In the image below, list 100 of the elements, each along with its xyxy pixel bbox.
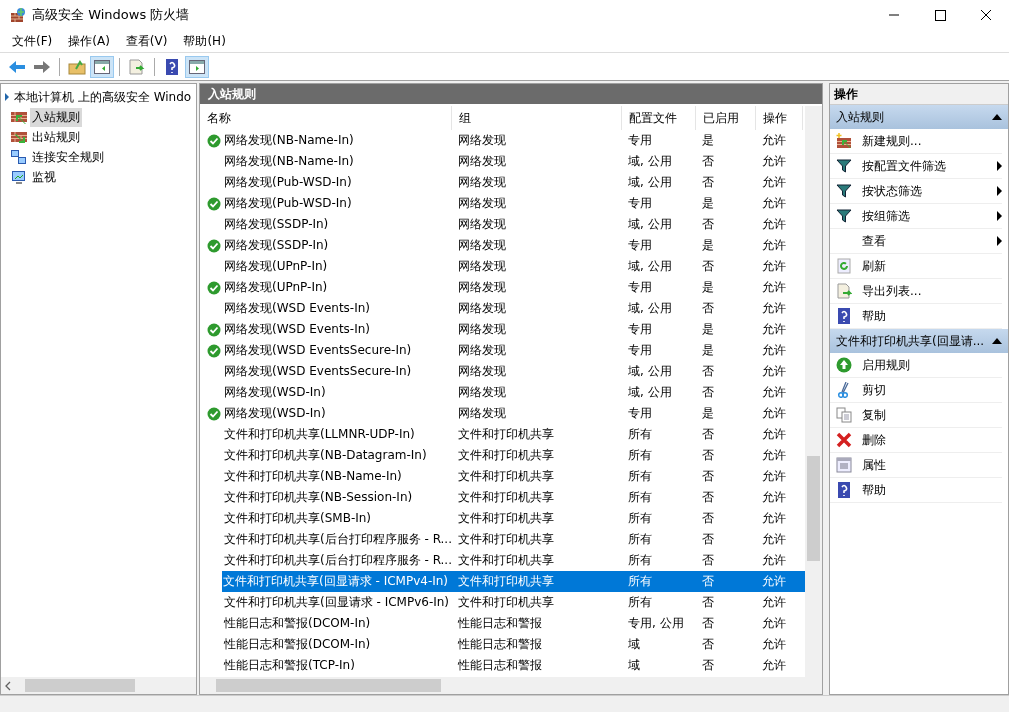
action-item[interactable]: 刷新: [862, 257, 886, 275]
rule-name[interactable]: 文件和打印机共享(NB-Session-In): [223, 489, 414, 506]
action-item[interactable]: 删除: [862, 431, 886, 449]
table-cell-text: 否: [701, 300, 715, 317]
rule-name[interactable]: 网络发现(WSD Events-In): [223, 321, 371, 338]
table-cell-text: 允许: [761, 132, 787, 149]
table-cell-text: 性能日志和警报: [457, 657, 543, 674]
table-cell-text: 所有: [627, 468, 653, 485]
rule-name[interactable]: 文件和打印机共享(回显请求 - ICMPv6-In): [223, 594, 451, 611]
rule-name[interactable]: 文件和打印机共享(后台打印程序服务 - R...: [223, 552, 453, 569]
table-cell-text: 网络发现: [457, 363, 507, 380]
action-pane-toggle-icon[interactable]: [186, 56, 208, 77]
action-item[interactable]: 复制: [862, 406, 886, 424]
table-cell-text: 网络发现: [457, 342, 507, 359]
table-cell-text: 所有: [627, 489, 653, 506]
scroll-left-icon[interactable]: [5, 680, 11, 691]
rule-name[interactable]: 网络发现(WSD EventsSecure-In): [223, 342, 413, 359]
table-cell-text: 所有: [627, 426, 653, 443]
action-item[interactable]: 新建规则...: [862, 132, 922, 150]
expand-arrow-icon[interactable]: [4, 92, 10, 102]
rule-name[interactable]: 网络发现(Pub-WSD-In): [223, 174, 353, 191]
rule-name[interactable]: 网络发现(WSD-In): [223, 384, 327, 401]
action-item[interactable]: 按组筛选: [862, 207, 910, 225]
tree-item[interactable]: 出站规则: [30, 127, 82, 147]
rule-name[interactable]: 网络发现(WSD EventsSecure-In): [223, 363, 413, 380]
table-cell-text: 允许: [761, 489, 787, 506]
filter-icon: [836, 183, 852, 199]
table-cell-text: 所有: [627, 531, 653, 548]
tree-item[interactable]: 本地计算机 上的高级安全 Windo: [12, 87, 194, 107]
table-cell-text: 允许: [761, 279, 787, 296]
rule-name[interactable]: 性能日志和警报(DCOM-In): [223, 615, 372, 632]
rule-name[interactable]: 网络发现(SSDP-In): [223, 216, 330, 233]
table-cell-text: 否: [701, 468, 715, 485]
table-cell-text: 网络发现: [457, 174, 507, 191]
menu-item[interactable]: 操作(A): [60, 32, 118, 50]
tree-item[interactable]: 监视: [30, 167, 58, 187]
column-header[interactable]: 已启用: [696, 106, 756, 130]
rule-name[interactable]: 网络发现(NB-Name-In): [223, 132, 355, 149]
rule-name[interactable]: 文件和打印机共享(SMB-In): [223, 510, 373, 527]
action-item[interactable]: 按配置文件筛选: [862, 157, 946, 175]
action-item[interactable]: 剪切: [862, 381, 886, 399]
rule-name[interactable]: 网络发现(WSD-In): [223, 405, 327, 422]
vertical-scrollbar[interactable]: [805, 106, 822, 677]
column-header[interactable]: 配置文件: [622, 106, 696, 130]
table-cell-text: 性能日志和警报: [457, 636, 543, 653]
firewall-icon: [10, 7, 26, 23]
table-cell-text: 否: [701, 447, 715, 464]
table-cell-text: 否: [701, 426, 715, 443]
rule-name[interactable]: 网络发现(UPnP-In): [223, 258, 329, 275]
copy-icon: [836, 407, 852, 423]
rule-name[interactable]: 网络发现(NB-Name-In): [223, 153, 355, 170]
action-item[interactable]: 按状态筛选: [862, 182, 922, 200]
rule-name[interactable]: 文件和打印机共享(NB-Datagram-In): [223, 447, 428, 464]
rule-name[interactable]: 性能日志和警报(DCOM-In): [223, 636, 372, 653]
table-cell-text: 允许: [761, 216, 787, 233]
section-header[interactable]: 入站规则: [830, 105, 1008, 129]
rule-name[interactable]: 网络发现(Pub-WSD-In): [223, 195, 353, 212]
table-cell-text: 所有: [627, 447, 653, 464]
rule-name[interactable]: 性能日志和警报(TCP-In): [223, 657, 356, 674]
section-header[interactable]: 文件和打印机共享(回显请...: [830, 329, 1008, 353]
table-cell-text: 所有: [627, 594, 653, 611]
column-header[interactable]: 组: [452, 106, 622, 130]
table-cell-text: 允许: [761, 447, 787, 464]
table-cell-text: 允许: [761, 594, 787, 611]
table-cell-text: 允许: [761, 363, 787, 380]
rule-name[interactable]: 文件和打印机共享(LLMNR-UDP-In): [223, 426, 416, 443]
rule-name[interactable]: 文件和打印机共享(回显请求 - ICMPv4-In): [222, 573, 450, 590]
pane-toggle-icon[interactable]: [91, 56, 113, 77]
rule-name[interactable]: 网络发现(WSD Events-In): [223, 300, 371, 317]
table-cell-text: 专用: [627, 342, 653, 359]
horizontal-scrollbar[interactable]: [1, 677, 196, 694]
rule-name[interactable]: 文件和打印机共享(后台打印程序服务 - R...: [223, 531, 453, 548]
column-header[interactable]: 操作: [756, 106, 803, 130]
filter-icon: [836, 208, 852, 224]
rule-name[interactable]: 文件和打印机共享(NB-Name-In): [223, 468, 403, 485]
table-cell-text: 允许: [761, 510, 787, 527]
action-item[interactable]: 查看: [862, 232, 886, 250]
table-cell-text: 允许: [761, 258, 787, 275]
rule-name[interactable]: 网络发现(UPnP-In): [223, 279, 329, 296]
table-cell-text: 网络发现: [457, 405, 507, 422]
menu-item[interactable]: 帮助(H): [175, 32, 234, 50]
table-cell-text: 允许: [761, 153, 787, 170]
action-item[interactable]: 启用规则: [862, 356, 910, 374]
table-cell-text: 专用: [627, 132, 653, 149]
tree-item[interactable]: 入站规则: [30, 107, 82, 127]
table-cell-text: 网络发现: [457, 216, 507, 233]
rule-name[interactable]: 网络发现(SSDP-In): [223, 237, 330, 254]
action-item[interactable]: 属性: [862, 456, 886, 474]
table-cell-text: 文件和打印机共享: [457, 573, 555, 590]
table-cell-text: 文件和打印机共享: [457, 489, 555, 506]
action-item[interactable]: 帮助: [862, 307, 886, 325]
column-header[interactable]: 名称: [200, 106, 452, 130]
menu-item[interactable]: 查看(V): [117, 32, 176, 50]
table-cell-text: 文件和打印机共享: [457, 468, 555, 485]
horizontal-scrollbar[interactable]: [200, 677, 822, 694]
menu-item[interactable]: 文件(F): [4, 32, 61, 50]
action-item[interactable]: 帮助: [862, 481, 886, 499]
action-item[interactable]: 导出列表...: [862, 282, 922, 300]
tree-item[interactable]: 连接安全规则: [30, 147, 106, 167]
table-cell-text: 允许: [761, 615, 787, 632]
